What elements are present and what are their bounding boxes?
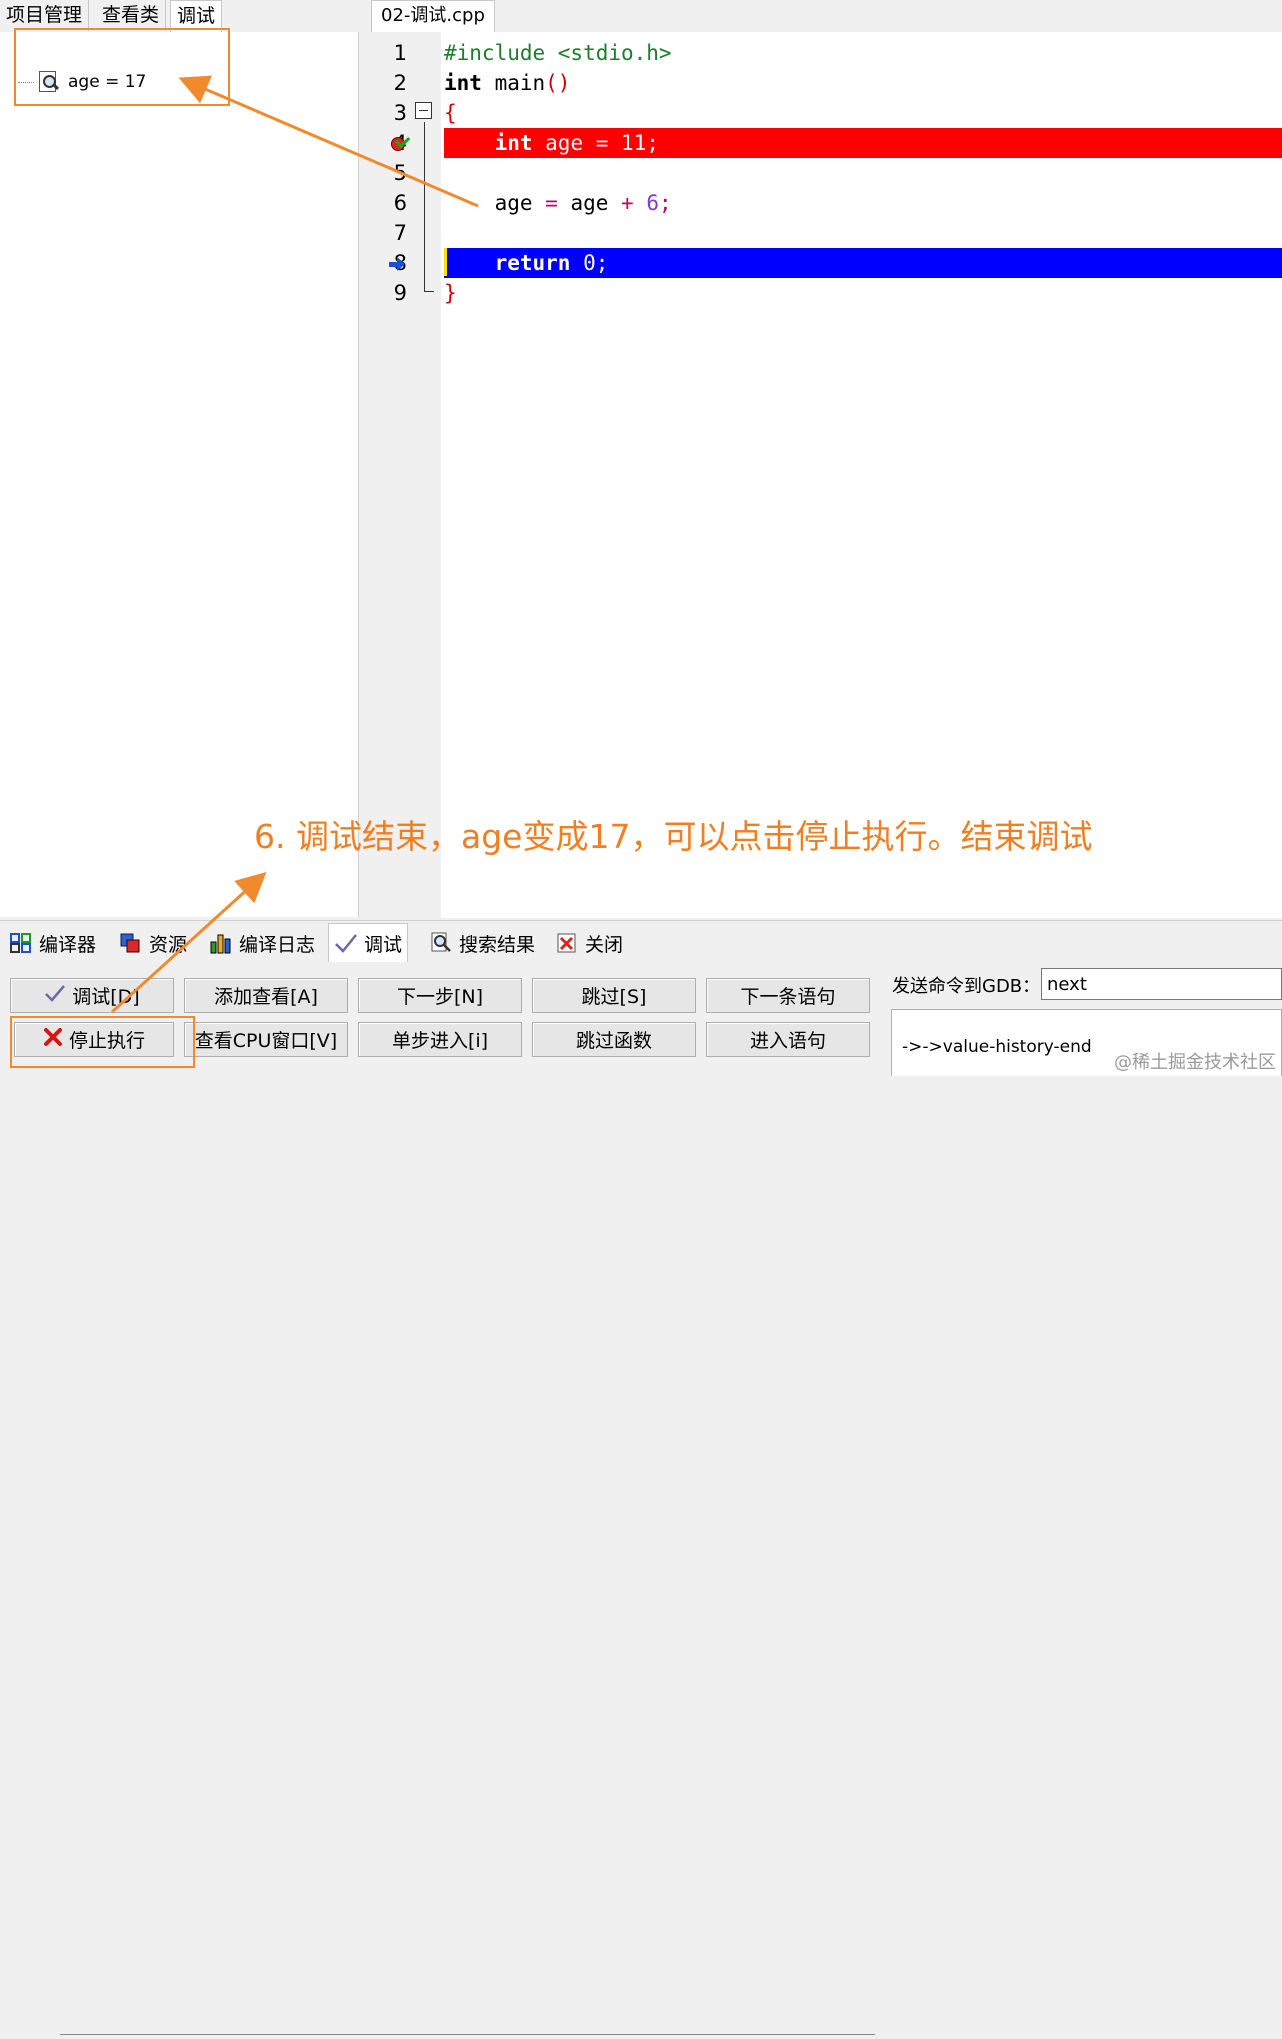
code-editor[interactable]: 1 2 3 4 5 6 7 8 9 #include <stdio.h> int…: [369, 32, 1282, 918]
grid-icon: [9, 932, 33, 954]
code-line-3: {: [444, 101, 457, 125]
tab-compile-log[interactable]: 编译日志: [204, 927, 320, 959]
line-number: 7: [393, 221, 407, 245]
stop-button-highlight-box: [10, 1016, 195, 1068]
line-number: 3: [393, 101, 407, 125]
tab-class-view[interactable]: 查看类: [96, 0, 167, 31]
watch-highlight-box: [14, 28, 230, 106]
gdb-command-label: 发送命令到GDB：: [892, 976, 1041, 997]
watch-panel: age = 17: [0, 32, 359, 917]
tab-project-management[interactable]: 项目管理: [0, 0, 90, 31]
tab-compile-log-label: 编译日志: [239, 933, 316, 956]
skip-button[interactable]: 跳过[S]: [532, 978, 696, 1013]
resources-icon: [119, 932, 143, 954]
line-number: 2: [393, 71, 407, 95]
code-line-4-breakpoint: int age = 11;: [444, 128, 1282, 158]
line-number: 5: [393, 161, 407, 185]
close-panel-icon: [555, 932, 579, 954]
checkmark-icon: [44, 983, 66, 1008]
checkmark-icon: [334, 932, 358, 954]
breakpoint-icon[interactable]: [391, 132, 411, 151]
next-statement-button[interactable]: 下一条语句: [706, 978, 870, 1013]
next-step-button[interactable]: 下一步[N]: [358, 978, 522, 1013]
step-into-button[interactable]: 单步进入[i]: [358, 1022, 522, 1057]
code-line-8-current: return 0;: [444, 248, 1282, 278]
bar-chart-icon: [209, 932, 233, 954]
line-gutter: 1 2 3 4 5 6 7 8 9: [369, 32, 441, 918]
tab-search-results[interactable]: 搜索结果: [424, 927, 540, 959]
debug-button-label: 调试[D]: [72, 986, 140, 1008]
add-watch-button[interactable]: 添加查看[A]: [184, 978, 348, 1013]
into-statement-button[interactable]: 进入语句: [706, 1022, 870, 1057]
panel-splitter[interactable]: [359, 0, 369, 918]
line-number: 9: [393, 281, 407, 305]
debug-button[interactable]: 调试[D]: [10, 978, 174, 1013]
fold-guide-end: [424, 291, 434, 292]
tab-compiler-label: 编译器: [39, 933, 97, 956]
tab-close-label: 关闭: [585, 933, 624, 956]
bottom-panel-tabs: 编译器 资源 编译日志 调试 搜索结果 关闭: [0, 920, 1282, 965]
code-line-6: age = age + 6;: [494, 191, 672, 215]
code-line-9: }: [444, 281, 457, 305]
search-icon: [429, 932, 453, 954]
tab-resources-label: 资源: [149, 933, 188, 956]
watermark: @稀土掘金技术社区: [1114, 1052, 1276, 1073]
tutorial-annotation: 6. 调试结束，age变成17，可以点击停止执行。结束调试: [254, 817, 1093, 856]
current-line-arrow-icon: [387, 256, 407, 272]
view-cpu-window-button[interactable]: 查看CPU窗口[V]: [184, 1022, 348, 1057]
editor-tab-file[interactable]: 02-调试.cpp: [371, 0, 495, 33]
gdb-output-text: ->->value-history-end: [902, 1037, 1092, 1057]
tab-close[interactable]: 关闭: [550, 927, 628, 959]
line-number: 1: [393, 41, 407, 65]
fold-guide: [424, 122, 425, 292]
tab-debug-output-label: 调试: [364, 933, 403, 956]
editor-tabs: 02-调试.cpp: [369, 0, 1282, 33]
skip-function-button[interactable]: 跳过函数: [532, 1022, 696, 1057]
panel-bottom-border: [60, 2034, 875, 2039]
tab-resources[interactable]: 资源: [114, 927, 192, 959]
tab-search-results-label: 搜索结果: [459, 933, 536, 956]
code-line-1: #include <stdio.h>: [444, 41, 672, 65]
code-line-2: int main(): [444, 71, 571, 95]
line-number: 6: [393, 191, 407, 215]
tab-compiler[interactable]: 编译器: [4, 927, 101, 959]
fold-toggle-icon[interactable]: [415, 102, 432, 119]
gdb-command-input[interactable]: [1041, 968, 1282, 1000]
current-line-marker: [444, 248, 447, 276]
tab-debug-output[interactable]: 调试: [328, 923, 409, 962]
